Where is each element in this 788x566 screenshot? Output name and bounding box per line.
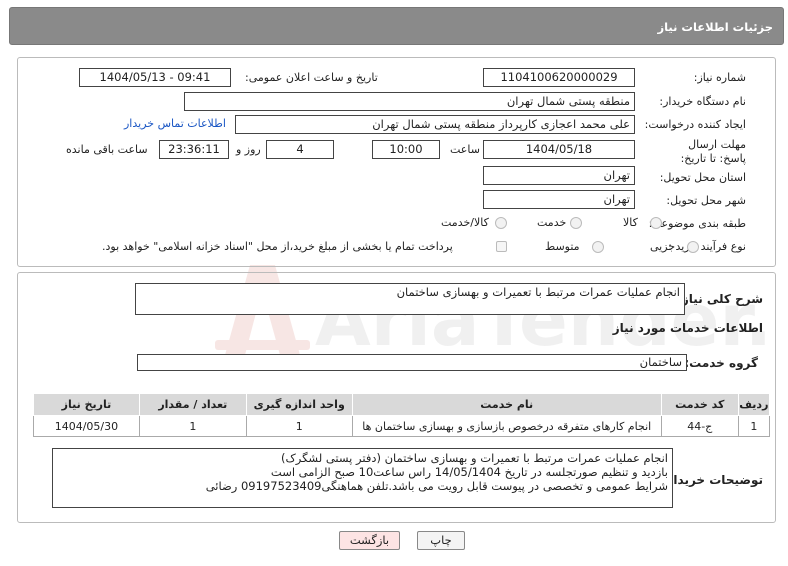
col-date: تاریخ نیاز: [33, 393, 140, 416]
table-row: 1 ج-44 انجام کارهای متفرقه درخصوص بازساز…: [33, 415, 771, 437]
announce-field: 1404/05/13 - 09:41: [79, 68, 231, 87]
print-button[interactable]: چاپ: [417, 531, 465, 550]
services-table: ردیف کد خدمت نام خدمت واحد اندازه گیری ت…: [33, 393, 771, 437]
category-radio-service[interactable]: [570, 217, 582, 229]
category-radio-goods[interactable]: [650, 217, 662, 229]
page-title: جزئیات اطلاعات نیاز: [657, 20, 773, 34]
buyer-notes-field: انجام عملیات عمرات مرتبط با تعمیرات و به…: [52, 448, 673, 508]
province-field: تهران: [483, 166, 635, 185]
cell-row: 1: [737, 415, 771, 437]
need-number-field: 1104100620000029: [483, 68, 635, 87]
summary-label: شرح کلی نیاز:: [677, 292, 763, 306]
days-label: روز و: [236, 143, 261, 156]
cell-qty: 1: [138, 415, 247, 437]
summary-field: انجام عملیات عمرات مرتبط با تعمیرات و به…: [135, 283, 685, 315]
buyer-label: نام دستگاه خریدار:: [659, 95, 746, 108]
buyer-notes-line: انجام عملیات عمرات مرتبط با تعمیرات و به…: [280, 451, 668, 465]
cell-date: 1404/05/30: [33, 415, 140, 437]
services-section-title: اطلاعات خدمات مورد نیاز: [612, 321, 763, 335]
table-header-row: ردیف کد خدمت نام خدمت واحد اندازه گیری ت…: [33, 393, 771, 416]
service-group-label: گروه خدمت:: [684, 356, 758, 370]
city-field: تهران: [483, 190, 635, 209]
process-option-minor: جزیی: [650, 240, 676, 253]
info-panel: [17, 57, 776, 267]
process-radio-minor[interactable]: [687, 241, 699, 253]
city-label: شهر محل تحویل:: [666, 194, 746, 207]
days-field: 4: [266, 140, 334, 159]
process-radio-medium[interactable]: [592, 241, 604, 253]
category-option-goods-service: کالا/خدمت: [441, 216, 489, 229]
page-header: جزئیات اطلاعات نیاز: [9, 7, 784, 45]
buyer-notes-line: شرایط عمومی و تخصصی در پیوست قابل رویت م…: [205, 479, 668, 493]
back-button[interactable]: بازگشت: [339, 531, 400, 550]
cell-unit: 1: [245, 415, 353, 437]
category-option-service: خدمت: [537, 216, 567, 229]
buyer-notes-line: بازدید و تنظیم صورتجلسه در تاریخ 14/05/1…: [270, 465, 668, 479]
time-label: ساعت: [450, 143, 480, 156]
category-option-goods: کالا: [623, 216, 638, 229]
deadline-label: مهلت ارسال پاسخ: تا تاریخ:: [680, 138, 746, 165]
buyer-notes-label: توضیحات خریدار:: [661, 473, 763, 487]
creator-field: علی محمد اعجازی کارپرداز منطقه پستی شمال…: [235, 115, 635, 134]
category-radio-goods-service[interactable]: [495, 217, 507, 229]
cell-code: ج-44: [660, 415, 739, 437]
col-row: ردیف: [737, 393, 771, 416]
service-group-field: ساختمان: [137, 354, 687, 371]
treasury-checkbox[interactable]: [496, 241, 507, 252]
process-option-medium: متوسط: [545, 240, 580, 253]
announce-label: تاریخ و ساعت اعلان عمومی:: [245, 71, 378, 84]
col-code: کد خدمت: [660, 393, 739, 416]
buyer-contact-link[interactable]: اطلاعات تماس خریدار: [124, 117, 226, 130]
cell-name: انجام کارهای متفرقه درخصوص بازسازی و بهس…: [351, 415, 662, 437]
payment-note: پرداخت تمام یا بخشی از مبلغ خرید،از محل …: [102, 240, 453, 253]
col-unit: واحد اندازه گیری: [245, 393, 353, 416]
remaining-time-field: 23:36:11: [159, 140, 229, 159]
deadline-time-field: 10:00: [372, 140, 440, 159]
creator-label: ایجاد کننده درخواست:: [644, 118, 746, 131]
remaining-label: ساعت باقی مانده: [66, 143, 148, 156]
process-label: نوع فرآیند خرید :: [668, 240, 746, 253]
need-number-label: شماره نیاز:: [693, 71, 746, 84]
deadline-date-field: 1404/05/18: [483, 140, 635, 159]
province-label: استان محل تحویل:: [659, 171, 746, 184]
col-qty: تعداد / مقدار: [138, 393, 247, 416]
col-name: نام خدمت: [351, 393, 662, 416]
buyer-field: منطقه پستی شمال تهران: [184, 92, 635, 111]
category-label: طبقه بندی موضوعی:: [648, 217, 746, 230]
